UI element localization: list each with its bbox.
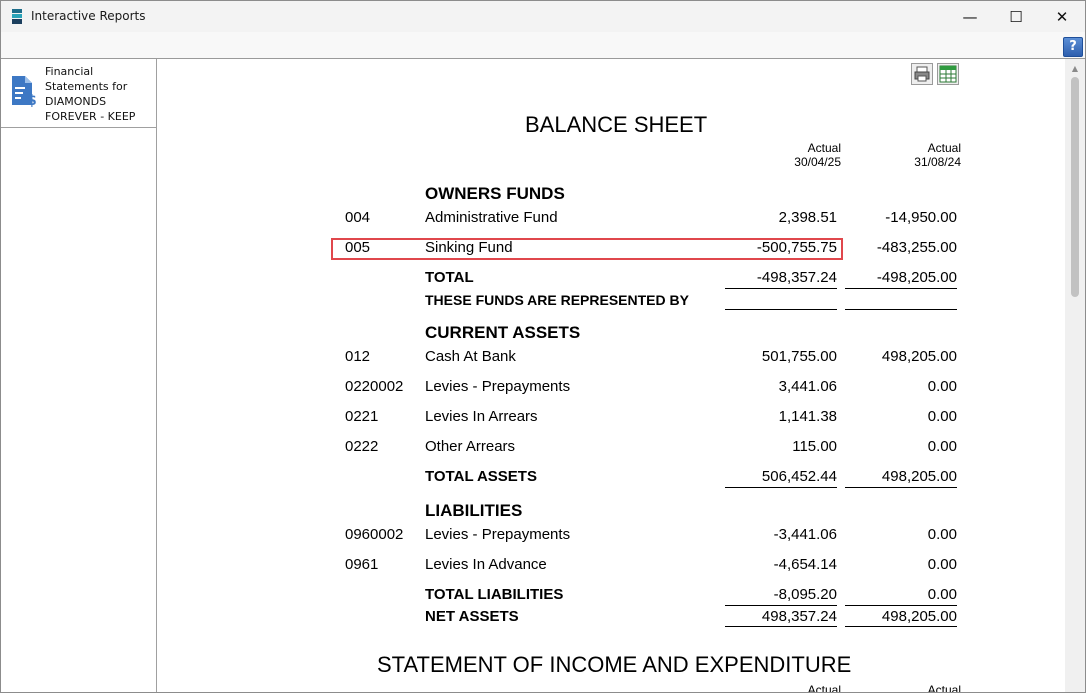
section-heading-liabilities: LIABILITIES: [425, 501, 523, 520]
window-title: Interactive Reports: [31, 9, 146, 23]
amount-current: -3,441.06: [773, 526, 837, 543]
column-header-current: Actual: [807, 683, 841, 692]
underline: [845, 605, 957, 606]
account-code: 0222: [345, 438, 379, 455]
title-bar: Interactive Reports — ☐ ✕: [1, 1, 1085, 32]
column-date: 31/08/24: [914, 155, 961, 169]
vertical-scrollbar[interactable]: ▲: [1065, 59, 1085, 692]
account-name: Levies - Prepayments: [425, 526, 571, 543]
printer-icon: [914, 66, 930, 82]
app-logo-icon: [12, 9, 22, 24]
account-name: Levies In Advance: [425, 556, 547, 573]
help-icon: ?: [1069, 39, 1077, 54]
maximize-button[interactable]: ☐: [993, 1, 1039, 32]
close-button[interactable]: ✕: [1039, 1, 1085, 32]
net-assets-current: 498,357.24: [761, 608, 837, 625]
minimize-button[interactable]: —: [947, 1, 993, 32]
amount-current: 501,755.00: [761, 348, 837, 365]
total-label: TOTAL LIABILITIES: [425, 586, 564, 603]
amount-prior: 498,205.00: [881, 348, 957, 365]
amount-prior: 0.00: [927, 378, 957, 395]
help-button[interactable]: ?: [1063, 37, 1083, 57]
underline: [845, 288, 957, 289]
scrollbar-thumb[interactable]: [1071, 77, 1079, 297]
row-highlight-box: [331, 238, 843, 260]
underline: [725, 626, 837, 627]
export-spreadsheet-button[interactable]: [937, 63, 959, 85]
account-code: 0960002: [345, 526, 404, 543]
column-date: 30/04/25: [794, 155, 841, 169]
column-header-prior: Actual: [927, 683, 961, 692]
account-name: Other Arrears: [425, 438, 516, 455]
column-label: Actual: [927, 141, 961, 155]
print-button[interactable]: [911, 63, 933, 85]
underline: [725, 487, 837, 488]
underline: [725, 309, 837, 310]
account-code: 0220002: [345, 378, 404, 395]
app-window: Interactive Reports — ☐ ✕ ? $ Financial …: [0, 0, 1086, 693]
total-current: 506,452.44: [761, 468, 837, 485]
total-prior: 0.00: [927, 586, 957, 603]
column-header-current: Actual 30/04/25: [741, 141, 841, 169]
account-name: Levies - Prepayments: [425, 378, 571, 395]
nav-item-label: Financial Statements for DIAMONDS FOREVE…: [45, 65, 136, 123]
total-prior: -498,205.00: [876, 269, 957, 286]
account-code: 012: [345, 348, 371, 365]
account-name: Administrative Fund: [425, 209, 558, 226]
account-code: 004: [345, 209, 371, 226]
net-assets-label: NET ASSETS: [425, 608, 519, 625]
amount-prior: 0.00: [927, 438, 957, 455]
column-label: Actual: [807, 141, 841, 155]
report-title: BALANCE SHEET: [525, 112, 708, 137]
amount-current: 3,441.06: [778, 378, 837, 395]
account-name: Cash At Bank: [425, 348, 516, 365]
financial-document-icon: $: [12, 76, 37, 107]
underline: [845, 626, 957, 627]
account-name: Levies In Arrears: [425, 408, 538, 425]
amount-current: 2,398.51: [778, 209, 837, 226]
income-statement-title: STATEMENT OF INCOME AND EXPENDITURE: [377, 652, 852, 677]
underline: [725, 288, 837, 289]
svg-text:$: $: [27, 93, 37, 107]
account-code: 0221: [345, 408, 379, 425]
amount-current: 1,141.38: [778, 408, 837, 425]
total-current: -498,357.24: [756, 269, 837, 286]
maximize-icon: ☐: [1009, 7, 1023, 26]
column-header-prior: Actual 31/08/24: [861, 141, 961, 169]
amount-prior: -483,255.00: [876, 239, 957, 256]
minimize-icon: —: [962, 7, 978, 26]
underline: [725, 605, 837, 606]
total-label: TOTAL: [425, 269, 474, 286]
amount-prior: 0.00: [927, 526, 957, 543]
toolbar: [1, 32, 1085, 59]
net-assets-prior: 498,205.00: [881, 608, 957, 625]
underline: [845, 309, 957, 310]
close-icon: ✕: [1055, 7, 1069, 26]
amount-prior: 0.00: [927, 556, 957, 573]
total-current: -8,095.20: [773, 586, 837, 603]
spreadsheet-icon: [939, 65, 957, 83]
total-label: TOTAL ASSETS: [425, 468, 537, 485]
scroll-up-icon[interactable]: ▲: [1065, 61, 1085, 77]
underline: [845, 487, 957, 488]
report-view[interactable]: BALANCE SHEET Actual 30/04/25 Actual 31/…: [157, 59, 1065, 692]
nav-item-financial-statements[interactable]: $ Financial Statements for DIAMONDS FORE…: [1, 59, 156, 128]
amount-current: -4,654.14: [773, 556, 837, 573]
account-code: 0961: [345, 556, 379, 573]
amount-prior: 0.00: [927, 408, 957, 425]
amount-current: 115.00: [792, 438, 837, 455]
total-prior: 498,205.00: [881, 468, 957, 485]
represented-by-label: THESE FUNDS ARE REPRESENTED BY: [425, 292, 689, 308]
section-heading-current-assets: CURRENT ASSETS: [425, 323, 581, 342]
amount-prior: -14,950.00: [885, 209, 957, 226]
section-heading-owners-funds: OWNERS FUNDS: [425, 184, 565, 203]
report-navigation-panel: $ Financial Statements for DIAMONDS FORE…: [1, 59, 157, 692]
